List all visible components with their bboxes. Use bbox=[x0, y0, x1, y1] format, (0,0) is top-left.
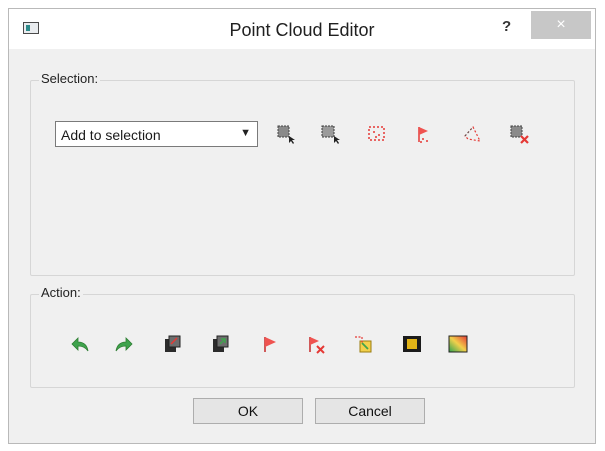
redo-icon[interactable] bbox=[114, 334, 134, 354]
cancel-button[interactable]: Cancel bbox=[315, 398, 425, 424]
action-group: Action: bbox=[30, 285, 575, 388]
chevron-down-icon: ▼ bbox=[240, 127, 251, 139]
selection-group-label: Selection: bbox=[39, 71, 101, 86]
rect-select-front-icon[interactable] bbox=[320, 124, 340, 144]
close-button[interactable]: × bbox=[531, 11, 591, 39]
selection-mode-value: Add to selection bbox=[61, 127, 161, 143]
unflag-icon[interactable] bbox=[306, 334, 326, 354]
flag-select-icon[interactable] bbox=[414, 124, 434, 144]
ok-button[interactable]: OK bbox=[193, 398, 303, 424]
paste-points-icon[interactable] bbox=[353, 334, 373, 354]
color-gradient-icon[interactable] bbox=[448, 334, 468, 354]
rect-select-dotted-icon[interactable] bbox=[367, 124, 387, 144]
rect-select-icon[interactable] bbox=[276, 124, 296, 144]
action-group-label: Action: bbox=[39, 285, 83, 300]
clear-selection-icon[interactable] bbox=[510, 124, 530, 144]
export-selection-icon[interactable] bbox=[162, 334, 182, 354]
lasso-select-icon[interactable] bbox=[462, 124, 482, 144]
selection-group: Selection: bbox=[30, 71, 575, 276]
help-button[interactable]: ? bbox=[502, 18, 511, 35]
undo-icon[interactable] bbox=[70, 334, 90, 354]
selection-mode-dropdown[interactable]: Add to selection ▼ bbox=[55, 121, 258, 147]
height-map-icon[interactable] bbox=[402, 334, 422, 354]
import-selection-icon[interactable] bbox=[210, 334, 230, 354]
title-bar: Point Cloud Editor ? × bbox=[9, 9, 595, 49]
flag-icon[interactable] bbox=[260, 334, 280, 354]
